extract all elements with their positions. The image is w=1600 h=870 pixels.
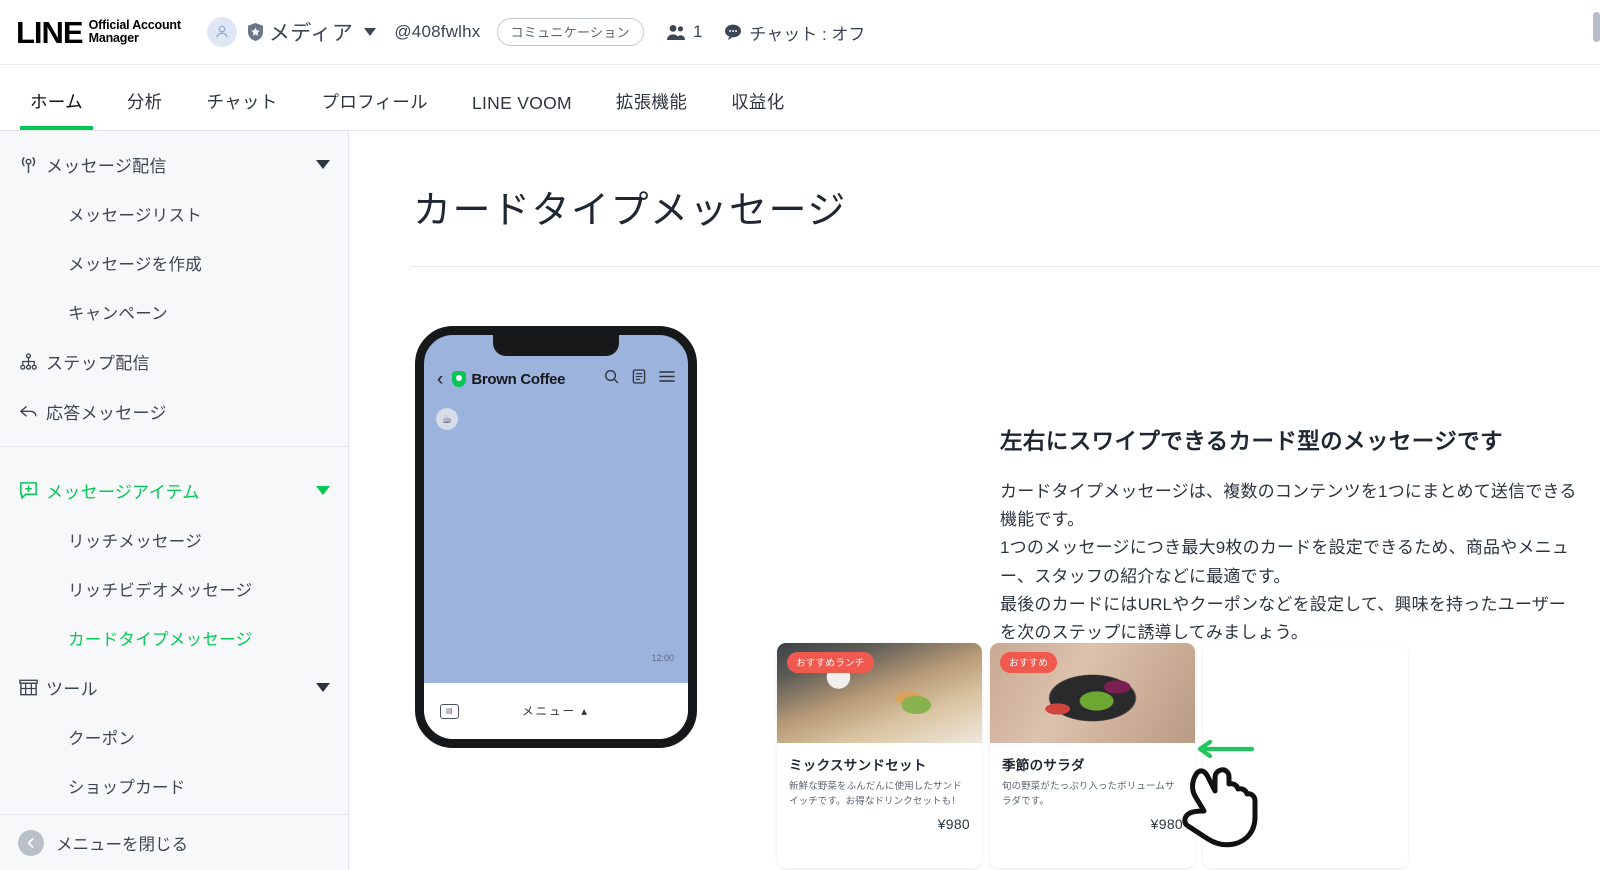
sidebar-item-campaign[interactable]: キャンペーン <box>0 287 348 336</box>
account-id: @408fwlhx <box>394 22 481 41</box>
sidebar-divider <box>0 446 348 447</box>
card-tag-badge: おすすめランチ <box>787 652 874 673</box>
step-delivery-icon <box>18 351 46 372</box>
chat-status: チャット : オフ <box>724 20 865 45</box>
hero-section: ‹ Brown Coffee ☕ 12:00 ▤ メニュー ▴ おすすめランチ … <box>349 267 1600 868</box>
tab-chat[interactable]: チャット <box>206 89 277 130</box>
card-carousel: おすすめランチ ミックスサンドセット 新鮮な野菜をふんだんに使用したサンドイッチ… <box>777 643 1408 868</box>
back-chevron-icon[interactable]: ‹ <box>437 370 443 389</box>
card-description: 旬の野菜がたっぷり入ったボリュームサラダです。 <box>1002 781 1175 807</box>
tab-profile[interactable]: プロフィール <box>322 89 428 130</box>
sidebar-item-shop-card[interactable]: ショップカード <box>0 761 348 810</box>
card-image: おすすめ <box>990 643 1195 743</box>
sidebar: メッセージ配信 メッセージリスト メッセージを作成 キャンペーン ステップ配信 <box>0 131 349 870</box>
card-price: ¥980 <box>937 816 970 833</box>
chevron-down-icon[interactable] <box>364 28 377 36</box>
sidebar-item-message-items[interactable]: メッセージアイテム <box>0 465 348 515</box>
sidebar-item-label: 応答メッセージ <box>46 403 167 423</box>
sidebar-collapse-label: メニューを閉じる <box>56 835 188 854</box>
avatar[interactable] <box>206 17 237 47</box>
friends-count: 1 <box>666 22 702 42</box>
page-scrollbar[interactable] <box>1593 12 1600 42</box>
sidebar-item-rich-message[interactable]: リッチメッセージ <box>0 515 348 564</box>
phone-chat-header: ‹ Brown Coffee <box>424 359 688 399</box>
shop-icon <box>18 677 46 698</box>
card-item[interactable]: おすすめランチ ミックスサンドセット 新鮮な野菜をふんだんに使用したサンドイッチ… <box>777 643 982 868</box>
chevron-down-icon[interactable] <box>316 485 330 495</box>
card-price: ¥980 <box>1150 816 1183 833</box>
tab-analytics[interactable]: 分析 <box>127 89 163 130</box>
pointing-hand-cursor-icon <box>1175 751 1267 866</box>
menu-hamburger-icon[interactable] <box>659 370 675 388</box>
friends-icon <box>666 24 685 40</box>
broadcast-icon <box>18 154 46 175</box>
phone-notch <box>493 335 619 356</box>
tab-home[interactable]: ホーム <box>20 89 93 130</box>
sidebar-item-card-type-message[interactable]: カードタイプメッセージ <box>0 613 348 662</box>
card-body: ミックスサンドセット 新鮮な野菜をふんだんに使用したサンドイッチです。お得なドリ… <box>777 743 982 842</box>
page-title: カードタイプメッセージ <box>413 190 847 232</box>
sidebar-item-step-delivery[interactable]: ステップ配信 <box>0 336 348 386</box>
sidebar-item-coupon[interactable]: クーポン <box>0 712 348 761</box>
phone-preview-mockup: ‹ Brown Coffee ☕ 12:00 ▤ メニュー ▴ <box>415 326 697 748</box>
phone-bottom-bar: ▤ メニュー ▴ <box>424 683 688 739</box>
sidebar-item-label: メッセージ配信 <box>46 156 167 176</box>
feature-body-text: カードタイプメッセージは、複数のコンテンツを1つにまとめて送信できる機能です。 … <box>1000 482 1577 643</box>
chevron-down-icon[interactable] <box>316 682 330 692</box>
notes-icon[interactable] <box>632 369 646 389</box>
chat-bubble-icon <box>725 24 742 40</box>
sidebar-group-message-items: メッセージアイテム リッチメッセージ リッチビデオメッセージ カードタイプメッセ… <box>0 457 348 810</box>
account-name: メディア <box>268 22 354 45</box>
line-oa-manager-logo[interactable]: LINE Official Account Manager <box>16 17 181 48</box>
tab-extensions[interactable]: 拡張機能 <box>616 89 687 130</box>
reply-arrow-icon <box>18 401 46 422</box>
line-logo-text: LINE <box>16 14 84 50</box>
card-title: ミックスサンドセット <box>789 758 927 773</box>
verified-shield-icon <box>247 22 264 42</box>
logo-subtitle: Official Account Manager <box>88 17 181 45</box>
chevron-down-icon[interactable] <box>316 159 330 169</box>
brand-logo-icon <box>452 371 467 387</box>
sidebar-collapse-button[interactable]: メニューを閉じる <box>0 814 348 870</box>
sidebar-item-rich-video-message[interactable]: リッチビデオメッセージ <box>0 564 348 613</box>
friends-count-value: 1 <box>692 22 703 41</box>
message-item-plus-icon <box>18 480 46 501</box>
search-icon[interactable] <box>604 369 619 389</box>
account-type-badge: コミュニケーション <box>496 18 644 46</box>
card-description: 新鮮な野菜をふんだんに使用したサンドイッチです。お得なドリンクセットも！ <box>789 781 962 807</box>
sidebar-item-label: ステップ配信 <box>46 353 150 373</box>
feature-heading: 左右にスワイプできるカード型のメッセージです <box>1000 429 1503 454</box>
sidebar-item-auto-reply[interactable]: 応答メッセージ <box>0 386 348 436</box>
card-title: 季節のサラダ <box>1002 758 1085 773</box>
person-icon <box>216 25 228 38</box>
card-item[interactable]: おすすめ 季節のサラダ 旬の野菜がたっぷり入ったボリュームサラダです。 ¥980 <box>990 643 1195 868</box>
chat-status-label: チャット : オフ <box>749 24 866 44</box>
top-bar: LINE Official Account Manager メディア @408f… <box>0 0 1600 65</box>
sidebar-group-broadcast: メッセージ配信 メッセージリスト メッセージを作成 キャンペーン ステップ配信 <box>0 131 348 436</box>
card-body: 季節のサラダ 旬の野菜がたっぷり入ったボリュームサラダです。 ¥980 <box>990 743 1195 842</box>
sidebar-item-create-message[interactable]: メッセージを作成 <box>0 238 348 287</box>
main-nav-tabs: ホーム 分析 チャット プロフィール LINE VOOM 拡張機能 収益化 <box>0 65 1600 131</box>
sidebar-item-message-list[interactable]: メッセージリスト <box>0 189 348 238</box>
chevron-left-icon <box>18 829 44 856</box>
sidebar-item-broadcast[interactable]: メッセージ配信 <box>0 139 348 189</box>
sidebar-item-tools[interactable]: ツール <box>0 662 348 712</box>
chat-account-title: Brown Coffee <box>471 370 566 388</box>
tab-monetization[interactable]: 収益化 <box>731 89 784 130</box>
main-content: カードタイプメッセージ ‹ Brown Coffee ☕ 12:00 ▤ メニュ… <box>349 131 1600 870</box>
sidebar-item-label: メッセージアイテム <box>46 482 200 502</box>
card-tag-badge: おすすめ <box>1000 652 1058 673</box>
sidebar-item-label: ツール <box>46 679 98 699</box>
card-image: おすすめランチ <box>777 643 982 743</box>
rich-menu-label: メニュー ▴ <box>522 706 589 718</box>
message-timestamp: 12:00 <box>651 653 674 663</box>
tab-line-voom[interactable]: LINE VOOM <box>472 93 572 130</box>
keyboard-icon[interactable]: ▤ <box>440 703 459 719</box>
sender-avatar-icon: ☕ <box>436 408 458 430</box>
